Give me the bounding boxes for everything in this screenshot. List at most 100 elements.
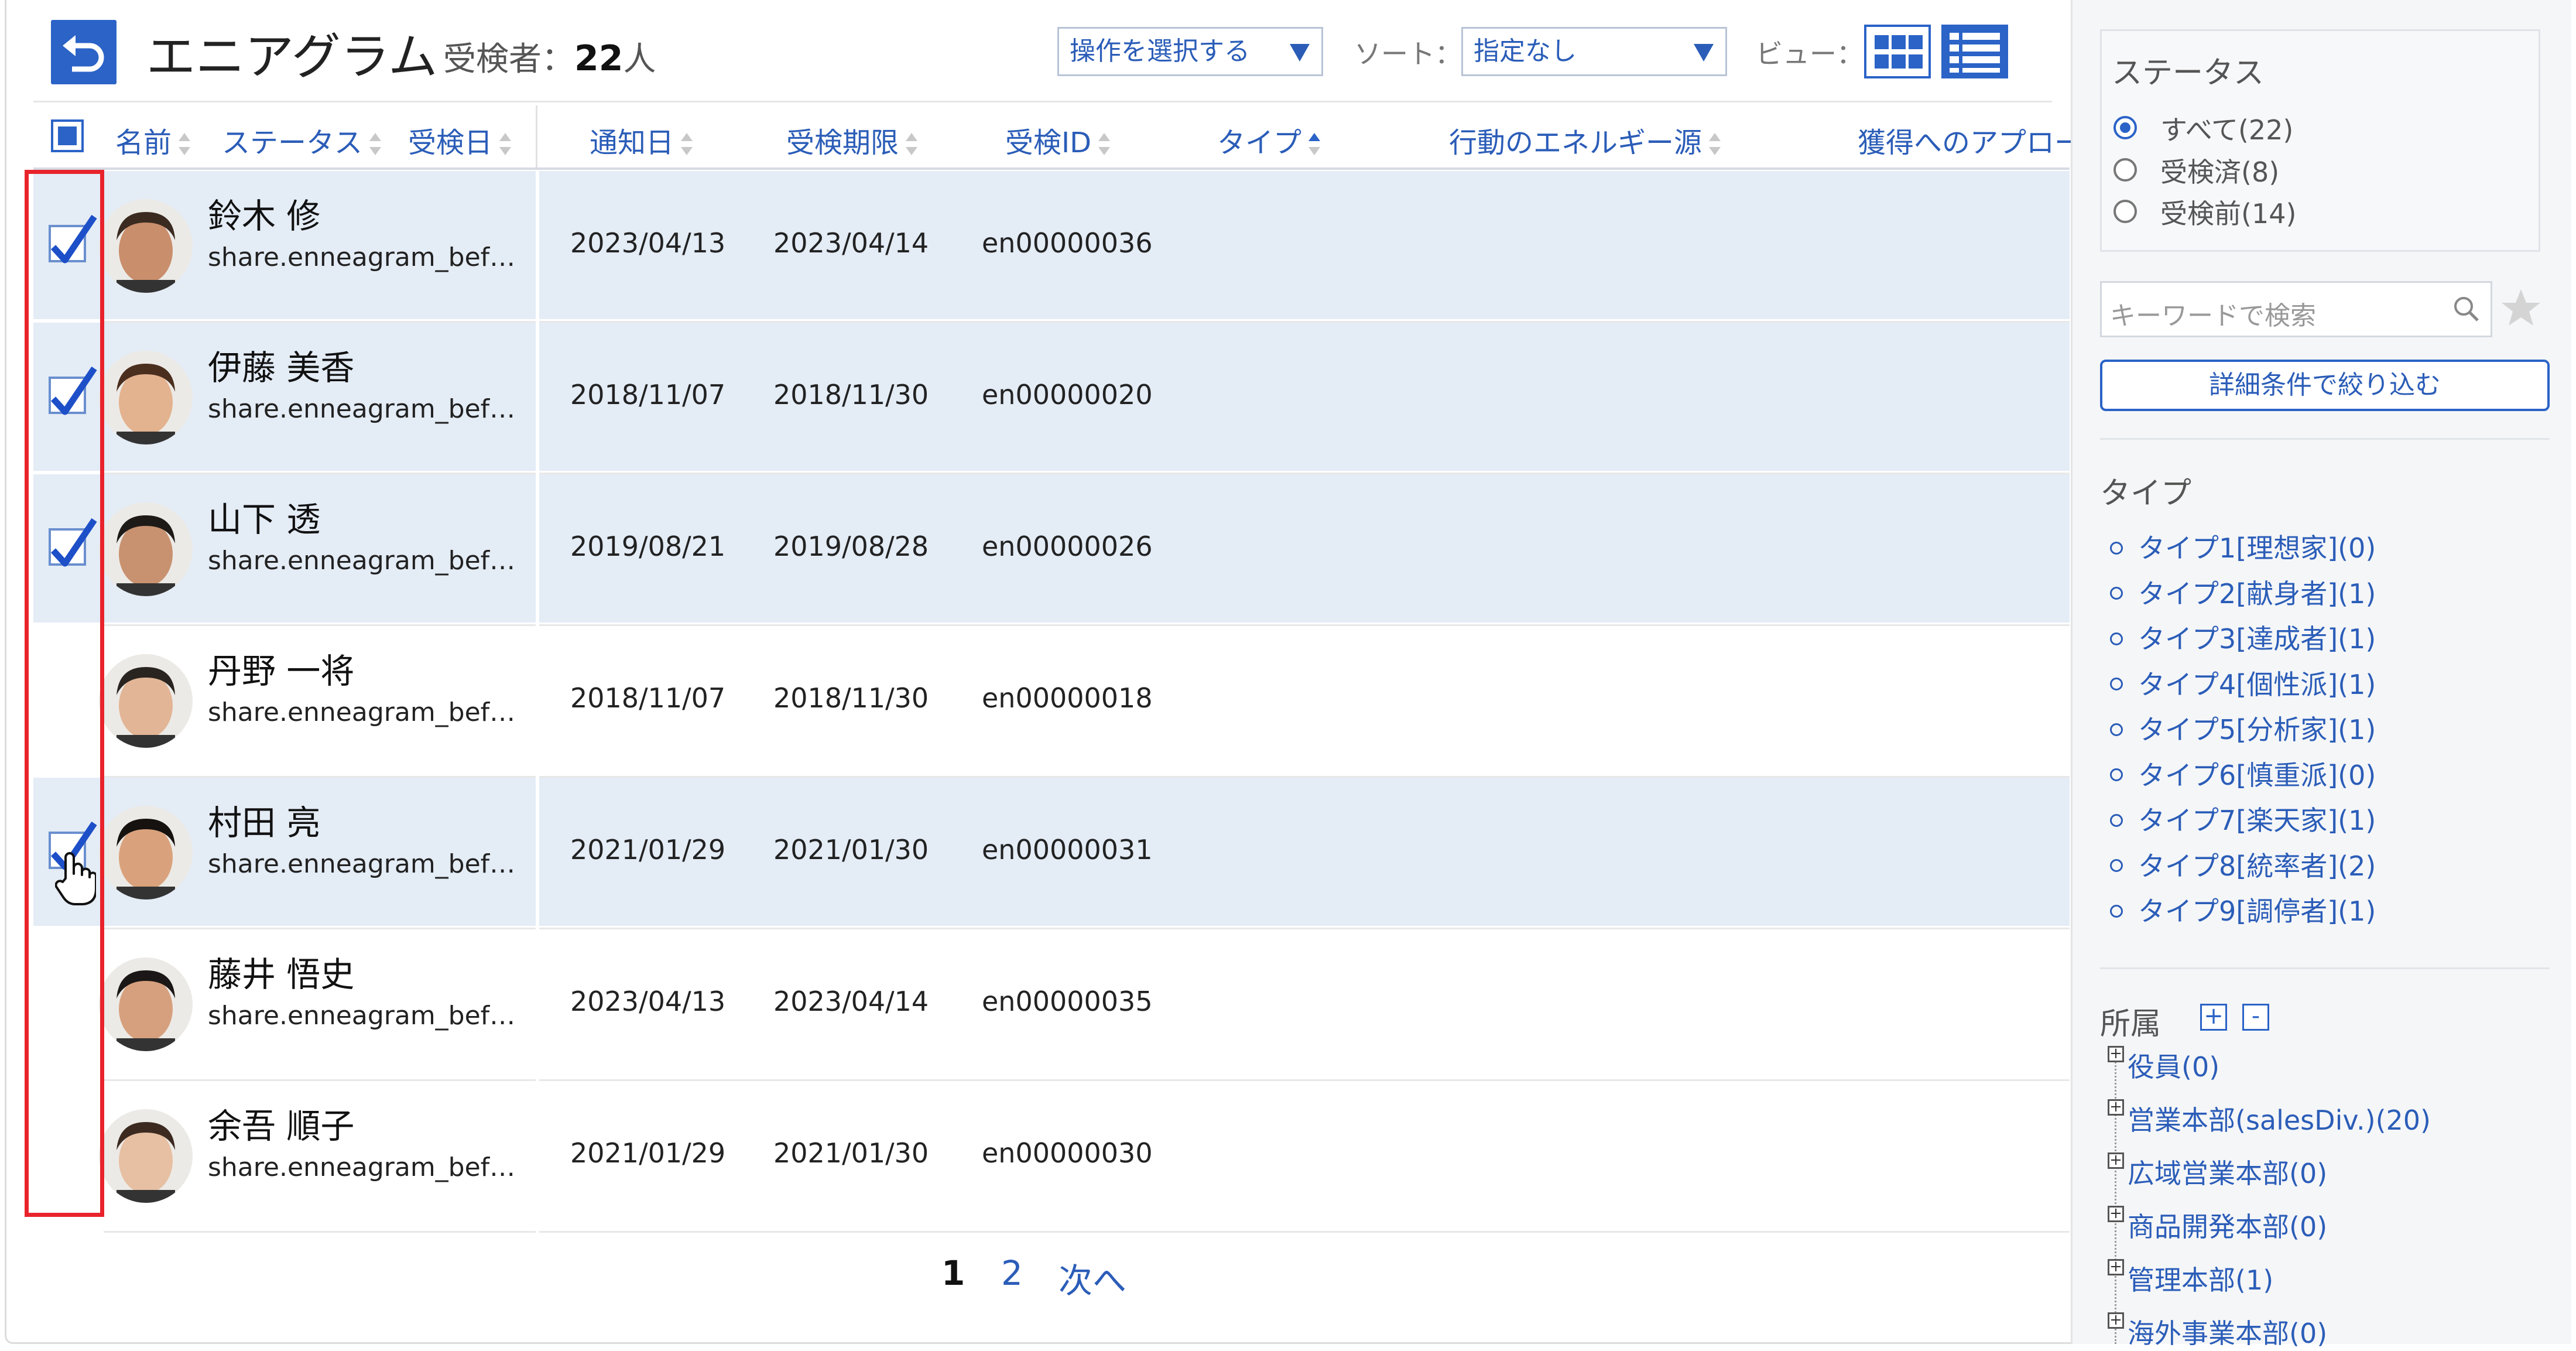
department-item[interactable]: + 海外事業本部(0) xyxy=(2108,1312,2327,1351)
department-label: 役員(0) xyxy=(2128,1051,2220,1083)
column-label: ステータス xyxy=(222,126,363,159)
type-filter-label: タイプ7[楽天家](1) xyxy=(2138,805,2376,836)
status-option-pending[interactable]: 受検前(14) xyxy=(2160,193,2296,231)
type-filter-item[interactable]: タイプ4[個性派](1) xyxy=(2110,663,2376,702)
expand-plus-icon[interactable]: + xyxy=(2108,1206,2124,1222)
advanced-filter-button[interactable]: 詳細条件で絞り込む xyxy=(2100,360,2550,411)
examinee-name[interactable]: 藤井 悟史 xyxy=(208,947,354,996)
search-placeholder: キーワードで検索 xyxy=(2110,301,2316,331)
column-header-exam-id[interactable]: 受検ID xyxy=(1005,119,1111,160)
column-header-status[interactable]: ステータス xyxy=(222,119,382,160)
deadline-date: 2023/04/14 xyxy=(773,986,929,1017)
status-option-all[interactable]: すべて(22) xyxy=(2160,109,2293,148)
table-row[interactable]: 余吾 順子 share.enneagram_bef… 2021/01/29 2021/… xyxy=(33,1081,2070,1233)
examinee-name[interactable]: 丹野 一将 xyxy=(208,644,354,693)
table-header-line xyxy=(33,167,2070,170)
column-header-type[interactable]: タイプ xyxy=(1217,119,1321,160)
department-label: 管理本部(1) xyxy=(2128,1264,2274,1296)
table-row[interactable]: 藤井 悟史 share.enneagram_bef… 2023/04/13 2023/… xyxy=(33,929,2070,1081)
type-filter-item[interactable]: タイプ6[慎重派](0) xyxy=(2110,754,2376,793)
status-radio-pending[interactable] xyxy=(2113,200,2137,223)
examinee-name[interactable]: 鈴木 修 xyxy=(208,189,320,238)
favorite-star-icon[interactable] xyxy=(2500,287,2542,329)
type-filter-item[interactable]: タイプ9[調停者](1) xyxy=(2110,890,2376,929)
expand-plus-icon[interactable]: + xyxy=(2108,1152,2124,1169)
type-filter-item[interactable]: タイプ3[達成者](1) xyxy=(2110,618,2376,656)
column-header-exam-date[interactable]: 受検日 xyxy=(408,119,512,160)
examinee-email: share.enneagram_bef… xyxy=(208,1152,516,1182)
sort-select-value: 指定なし xyxy=(1474,36,1577,66)
examinee-name[interactable]: 村田 亮 xyxy=(208,795,320,844)
expand-plus-icon[interactable]: + xyxy=(2108,1312,2124,1329)
type-filter-item[interactable]: タイプ7[楽天家](1) xyxy=(2110,799,2376,838)
status-option-done[interactable]: 受検済(8) xyxy=(2160,151,2279,190)
bullet-icon xyxy=(2110,678,2123,690)
sort-icon xyxy=(681,129,693,160)
column-header-approach[interactable]: 獲得へのアプロー xyxy=(1858,119,2082,160)
expand-plus-icon[interactable]: + xyxy=(2108,1099,2124,1116)
expand-plus-icon[interactable]: + xyxy=(2108,1259,2124,1275)
column-header-notified[interactable]: 通知日 xyxy=(590,119,693,160)
examinee-label: 受検者： xyxy=(443,40,574,78)
column-header-energy[interactable]: 行動のエネルギー源 xyxy=(1449,119,1721,160)
tree-guide-line xyxy=(2115,1048,2118,1344)
column-header-name[interactable]: 名前 xyxy=(115,119,191,160)
expand-all-button[interactable]: + xyxy=(2200,1004,2227,1031)
type-filter-item[interactable]: タイプ8[統率者](2) xyxy=(2110,845,2376,884)
grid-view-button[interactable] xyxy=(1864,25,1931,78)
table-row[interactable]: 山下 透 share.enneagram_bef… 2019/08/21 2019/0… xyxy=(33,474,2070,626)
next-page-link[interactable]: 次へ xyxy=(1059,1253,1126,1302)
examinee-name[interactable]: 伊藤 美香 xyxy=(208,340,354,389)
exam-id: en00000035 xyxy=(982,986,1153,1017)
search-input[interactable]: キーワードで検索 xyxy=(2100,281,2492,337)
table-row[interactable]: 丹野 一将 share.enneagram_bef… 2018/11/07 2018/… xyxy=(33,626,2070,778)
sort-icon xyxy=(1098,129,1111,160)
examinee-name[interactable]: 山下 透 xyxy=(208,492,320,541)
expand-plus-icon[interactable]: + xyxy=(2108,1046,2124,1062)
notified-date: 2023/04/13 xyxy=(570,986,726,1017)
select-all-checkbox[interactable] xyxy=(51,119,84,152)
notified-date: 2021/01/29 xyxy=(570,834,726,866)
status-radio-all[interactable] xyxy=(2113,116,2137,139)
bullet-icon xyxy=(2110,723,2123,736)
sort-asc-icon xyxy=(1308,129,1321,160)
sort-select[interactable]: 指定なし xyxy=(1461,27,1727,76)
chevron-down-icon xyxy=(1290,44,1310,61)
type-filter-item[interactable]: タイプ5[分析家](1) xyxy=(2110,709,2376,747)
table-row[interactable]: 村田 亮 share.enneagram_bef… 2021/01/29 2021/0… xyxy=(33,778,2070,929)
type-filter-item[interactable]: タイプ1[理想家](0) xyxy=(2110,527,2376,566)
sort-icon xyxy=(179,129,191,160)
type-filter-label: タイプ4[個性派](1) xyxy=(2138,668,2376,700)
department-label: 商品開発本部(0) xyxy=(2128,1211,2328,1243)
table-row[interactable]: 鈴木 修 share.enneagram_bef… 2023/04/13 2023/0… xyxy=(33,171,2070,323)
column-label: 受検期限 xyxy=(786,126,899,159)
notified-date: 2021/01/29 xyxy=(570,1137,726,1169)
examinee-email: share.enneagram_bef… xyxy=(208,697,516,727)
sidebar-divider xyxy=(2100,438,2550,440)
search-icon[interactable] xyxy=(2452,295,2481,324)
type-filter-item[interactable]: タイプ2[献身者](1) xyxy=(2110,573,2376,611)
examinee-email: share.enneagram_bef… xyxy=(208,1001,516,1031)
deadline-date: 2021/01/30 xyxy=(773,1137,929,1169)
list-view-button[interactable] xyxy=(1941,25,2008,78)
department-item[interactable]: + 管理本部(1) xyxy=(2108,1259,2273,1298)
department-item[interactable]: + 営業本部(salesDiv.)(20) xyxy=(2108,1099,2431,1138)
column-header-deadline[interactable]: 受検期限 xyxy=(786,119,918,160)
action-select[interactable]: 操作を選択する xyxy=(1057,27,1323,76)
bullet-icon xyxy=(2110,541,2123,555)
sidebar-divider xyxy=(2100,967,2550,969)
department-item[interactable]: + 広域営業本部(0) xyxy=(2108,1152,2327,1191)
type-title: タイプ xyxy=(2100,476,2192,511)
examinee-name[interactable]: 余吾 順子 xyxy=(208,1099,354,1148)
examinee-email: share.enneagram_bef… xyxy=(208,849,516,879)
page-2-link[interactable]: 2 xyxy=(1001,1253,1023,1293)
status-radio-done[interactable] xyxy=(2113,158,2137,182)
table-row[interactable]: 伊藤 美香 share.enneagram_bef… 2018/11/07 2018/… xyxy=(33,323,2070,474)
back-button[interactable] xyxy=(51,20,117,84)
department-item[interactable]: + 商品開発本部(0) xyxy=(2108,1206,2327,1244)
type-filter-label: タイプ1[理想家](0) xyxy=(2138,532,2376,564)
exam-id: en00000026 xyxy=(982,531,1153,562)
collapse-all-button[interactable]: - xyxy=(2242,1004,2269,1031)
department-item[interactable]: + 役員(0) xyxy=(2108,1046,2219,1085)
avatar xyxy=(99,1109,193,1203)
